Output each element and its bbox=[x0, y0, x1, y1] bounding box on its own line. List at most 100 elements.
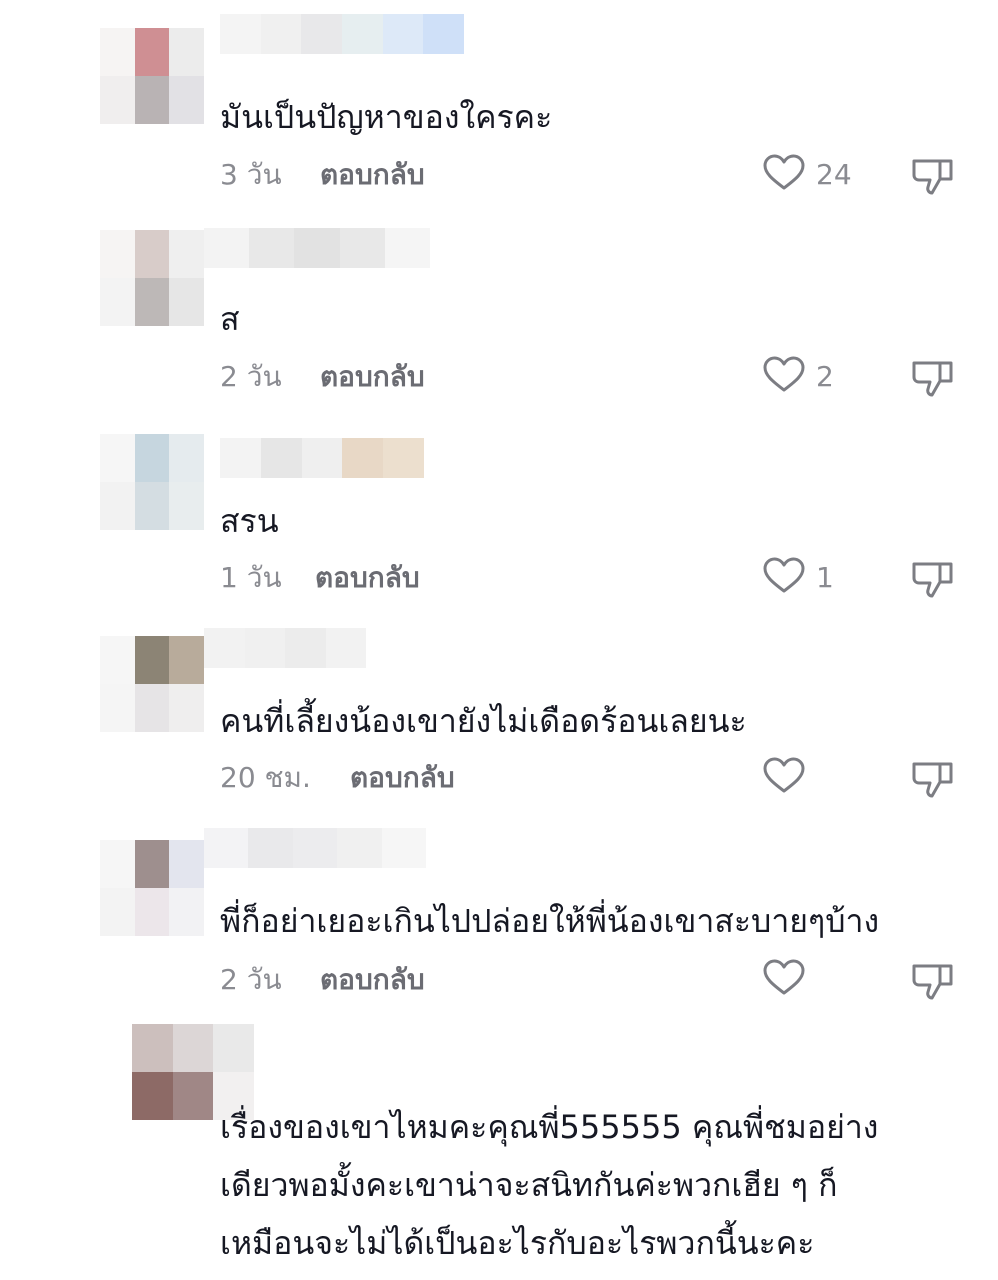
comment-time: 2 วัน bbox=[220, 963, 282, 996]
dislike-button[interactable] bbox=[910, 758, 956, 800]
avatar[interactable] bbox=[100, 230, 204, 326]
comment-text: ส bbox=[220, 296, 240, 342]
avatar-pixel bbox=[134, 28, 170, 76]
like-count: 24 bbox=[816, 158, 852, 191]
comment-meta: 3 วัน ตอบกลับ 24 bbox=[220, 153, 980, 197]
thumbs-down-icon bbox=[910, 762, 956, 804]
username-blurred[interactable] bbox=[220, 14, 465, 54]
avatar-pixel bbox=[134, 482, 170, 530]
avatar-pixel bbox=[134, 888, 170, 936]
reply-button[interactable]: ตอบกลับ bbox=[320, 357, 425, 397]
like-button[interactable] bbox=[762, 958, 806, 1002]
username-pixel bbox=[423, 14, 465, 54]
reply-button[interactable]: ตอบกลับ bbox=[320, 960, 425, 1000]
comment-time: 3 วัน bbox=[220, 158, 282, 191]
avatar[interactable] bbox=[100, 28, 204, 124]
username-blurred[interactable] bbox=[220, 438, 424, 478]
thumbs-down-icon bbox=[910, 562, 956, 604]
avatar-pixel bbox=[100, 888, 135, 936]
avatar[interactable] bbox=[100, 636, 204, 732]
comment-text-line: สรน bbox=[220, 502, 279, 540]
heart-icon bbox=[762, 153, 806, 197]
comment-text-line: ส bbox=[220, 300, 240, 338]
username-pixel bbox=[204, 228, 250, 268]
username-pixel bbox=[325, 628, 366, 668]
avatar[interactable] bbox=[100, 840, 204, 936]
dislike-button[interactable] bbox=[910, 558, 956, 600]
comment-text: สรน bbox=[220, 498, 279, 544]
username-pixel bbox=[204, 628, 245, 668]
comment-meta: 2 วัน ตอบกลับ 2 bbox=[220, 356, 980, 399]
like-count: 1 bbox=[816, 561, 834, 594]
heart-icon bbox=[762, 756, 806, 800]
username-pixel bbox=[384, 228, 431, 268]
username-pixel bbox=[342, 438, 384, 478]
avatar-pixel bbox=[172, 1024, 214, 1072]
avatar-pixel bbox=[169, 482, 204, 530]
comment-text: คนที่เลี้ยงน้องเขายังไม่เดือดร้อนเลยนะ bbox=[220, 698, 747, 744]
username-pixel bbox=[285, 628, 326, 668]
avatar[interactable] bbox=[100, 434, 204, 530]
username-pixel bbox=[260, 438, 302, 478]
thumbs-down-icon bbox=[910, 361, 956, 403]
reply-button[interactable]: ตอบกลับ bbox=[350, 758, 455, 798]
username-pixel bbox=[294, 228, 340, 268]
reply-button[interactable]: ตอบกลับ bbox=[315, 558, 420, 598]
username-pixel bbox=[383, 438, 424, 478]
username-pixel bbox=[249, 228, 295, 268]
avatar-pixel bbox=[132, 1072, 173, 1120]
username-pixel bbox=[248, 828, 293, 868]
username-pixel bbox=[220, 14, 261, 54]
comment-time: 20 ชม. bbox=[220, 761, 311, 794]
username-blurred[interactable] bbox=[204, 628, 366, 668]
like-button[interactable]: 1 bbox=[762, 556, 834, 600]
avatar-pixel bbox=[134, 76, 170, 124]
avatar-pixel bbox=[169, 278, 204, 326]
comment-time: 2 วัน bbox=[220, 360, 282, 393]
dislike-button[interactable] bbox=[910, 155, 956, 197]
reply-button[interactable]: ตอบกลับ bbox=[320, 155, 425, 195]
heart-icon bbox=[762, 958, 806, 1002]
comment-text: พี่ก็อย่าเยอะเกินไปปล่อยให้พี่น้องเขาสะบ… bbox=[220, 898, 879, 944]
avatar-pixel bbox=[134, 434, 170, 482]
avatar-pixel bbox=[132, 1024, 173, 1072]
comment-text: เรื่องของเขาไหมคะคุณพี่555555 คุณพี่ชมอย… bbox=[220, 1098, 878, 1272]
heart-icon bbox=[762, 556, 806, 600]
avatar-pixel bbox=[100, 482, 135, 530]
username-pixel bbox=[260, 14, 302, 54]
avatar-pixel bbox=[100, 434, 135, 482]
dislike-button[interactable] bbox=[910, 960, 956, 1002]
username-pixel bbox=[301, 438, 343, 478]
username-pixel bbox=[244, 628, 285, 668]
comment-text-line: คนที่เลี้ยงน้องเขายังไม่เดือดร้อนเลยนะ bbox=[220, 702, 747, 740]
comment-text-line: เหมือนจะไม่ได้เป็นอะไรกับอะไรพวกนี้นะคะ bbox=[220, 1224, 815, 1262]
dislike-button[interactable] bbox=[910, 357, 956, 399]
username-pixel bbox=[382, 14, 424, 54]
username-pixel bbox=[381, 828, 427, 868]
avatar-pixel bbox=[169, 840, 204, 888]
comment-text: มันเป็นปัญหาของใครคะ bbox=[220, 94, 552, 140]
username-pixel bbox=[342, 14, 383, 54]
like-button[interactable]: 2 bbox=[762, 356, 834, 397]
comment-text-line: เรื่องของเขาไหมคะคุณพี่555555 คุณพี่ชมอย… bbox=[220, 1108, 879, 1146]
username-pixel bbox=[339, 228, 385, 268]
comment-text-line: พี่ก็อย่าเยอะเกินไปปล่อยให้พี่น้องเขาสะบ… bbox=[220, 902, 880, 940]
username-blurred[interactable] bbox=[204, 228, 431, 268]
avatar-pixel bbox=[172, 1072, 214, 1120]
avatar-pixel bbox=[100, 840, 135, 888]
username-pixel bbox=[292, 828, 338, 868]
like-count: 2 bbox=[816, 360, 834, 393]
avatar-pixel bbox=[169, 230, 204, 278]
username-pixel bbox=[204, 828, 249, 868]
comment-text-line: มันเป็นปัญหาของใครคะ bbox=[220, 98, 553, 136]
avatar-pixel bbox=[213, 1024, 254, 1072]
avatar-pixel bbox=[169, 888, 204, 936]
avatar-pixel bbox=[134, 278, 170, 326]
username-pixel bbox=[220, 438, 261, 478]
avatar-pixel bbox=[169, 76, 204, 124]
avatar-pixel bbox=[134, 636, 170, 684]
like-button[interactable]: 24 bbox=[762, 153, 852, 197]
username-blurred[interactable] bbox=[204, 828, 427, 868]
like-button[interactable] bbox=[762, 756, 806, 800]
avatar-pixel bbox=[100, 28, 135, 76]
